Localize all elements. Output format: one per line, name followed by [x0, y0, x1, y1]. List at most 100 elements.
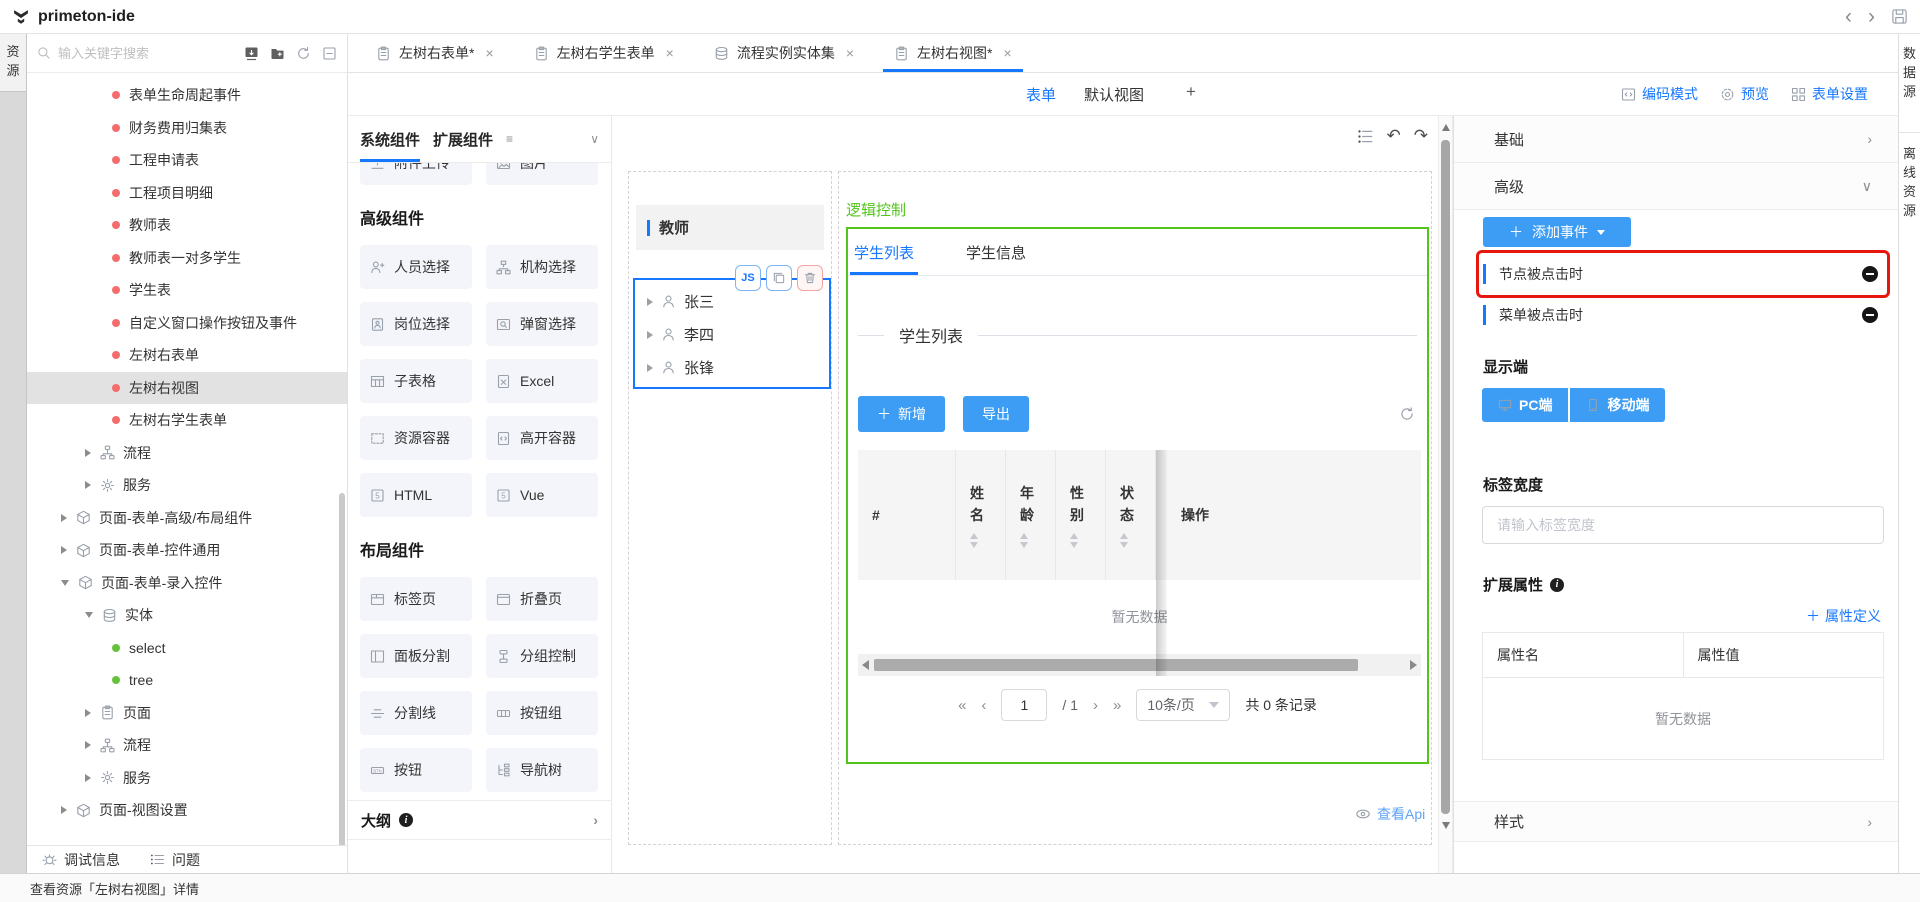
sort-icon[interactable] [970, 533, 991, 548]
close-icon[interactable]: × [1003, 45, 1011, 61]
scroll-up-icon[interactable] [1442, 124, 1450, 131]
remove-event-icon[interactable] [1862, 266, 1878, 282]
tree-widget[interactable]: 教师 张三 李四 张锋 JS [628, 171, 832, 845]
tree-item[interactable]: 表单生命周起事件 [27, 79, 347, 112]
palette-menu-icon[interactable]: ≡ [506, 132, 513, 146]
palette-item[interactable]: 资源容器 [360, 416, 472, 460]
preview-button[interactable]: 预览 [1720, 84, 1769, 104]
add-row-button[interactable]: ＋新增 [858, 396, 945, 432]
palette-item[interactable]: 导航树 [486, 748, 598, 792]
scrollbar-thumb[interactable] [874, 659, 1358, 671]
label-width-input[interactable] [1482, 506, 1884, 544]
event-node-clicked[interactable]: 节点被点击时 [1483, 259, 1882, 289]
nav-forward-icon[interactable]: › [1868, 7, 1875, 27]
last-page-icon[interactable]: » [1113, 697, 1121, 714]
tab-system-components[interactable]: 系统组件 [360, 116, 420, 162]
tree-item[interactable]: 工程申请表 [27, 144, 347, 177]
tree-item[interactable]: 页面-视图设置 [27, 794, 347, 827]
palette-item[interactable]: 折叠页 [486, 577, 598, 621]
caret-right-icon[interactable] [647, 331, 653, 339]
tree-item[interactable]: 页面-表单-控件通用 [27, 534, 347, 567]
outline-section[interactable]: 大纲 i › [348, 800, 611, 840]
caret-right-icon[interactable] [85, 481, 91, 489]
search-input[interactable] [58, 46, 188, 61]
caret-right-icon[interactable] [647, 298, 653, 306]
form-settings-button[interactable]: 表单设置 [1791, 84, 1868, 104]
tree-item[interactable]: 教师表 [27, 209, 347, 242]
remove-event-icon[interactable] [1862, 307, 1878, 323]
section-basic[interactable]: 基础› [1454, 116, 1898, 163]
tab-student-info[interactable]: 学生信息 [962, 229, 1030, 275]
palette-item[interactable]: 机构选择 [486, 245, 598, 289]
logic-control-box[interactable]: 学生列表 学生信息 学生列表 ＋新增 导出 # 姓名 年龄 性别 状态 操作 [846, 227, 1429, 764]
tree-item[interactable]: 工程项目明细 [27, 177, 347, 210]
tree-item[interactable]: 教师表一对多学生 [27, 242, 347, 275]
tree-item[interactable]: select [27, 632, 347, 665]
palette-item[interactable]: 子表格 [360, 359, 472, 403]
editor-tab[interactable]: 左树右学生表单× [520, 34, 688, 72]
tab-extended-components[interactable]: 扩展组件 [433, 116, 493, 162]
page-size-select[interactable]: 10条/页 [1136, 689, 1230, 721]
tree-item[interactable]: 页面-表单-高级/布局组件 [27, 502, 347, 535]
tree-node[interactable]: 李四 [635, 318, 829, 351]
column-header-name[interactable]: 姓名 [956, 450, 1006, 580]
mobile-side-button[interactable]: 移动端 [1570, 388, 1665, 422]
section-advanced[interactable]: 高级∨ [1454, 163, 1898, 210]
sort-icon[interactable] [1070, 533, 1091, 548]
scroll-left-icon[interactable] [862, 660, 869, 670]
tree-item[interactable]: 流程 [27, 729, 347, 762]
rail-tab-resources[interactable]: 资源 [0, 34, 26, 92]
palette-item[interactable]: 分组控制 [486, 634, 598, 678]
nav-back-icon[interactable]: ‹ [1845, 7, 1852, 27]
tree-item[interactable]: 学生表 [27, 274, 347, 307]
tree-item[interactable]: 页面 [27, 697, 347, 730]
code-mode-button[interactable]: 编码模式 [1621, 84, 1698, 104]
palette-item[interactable]: 岗位选择 [360, 302, 472, 346]
save-icon[interactable] [1891, 8, 1908, 25]
chevron-down-icon[interactable]: ∨ [590, 132, 599, 146]
sort-icon[interactable] [1120, 533, 1141, 548]
palette-item[interactable]: 标签页 [360, 577, 472, 621]
js-event-button[interactable]: JS [735, 265, 761, 291]
caret-right-icon[interactable] [85, 449, 91, 457]
palette-item[interactable]: 分割线 [360, 691, 472, 735]
caret-down-icon[interactable] [61, 580, 69, 586]
debug-info-button[interactable]: 调试信息 [42, 850, 120, 870]
copy-button[interactable] [766, 265, 792, 291]
scroll-right-icon[interactable] [1410, 660, 1417, 670]
palette-item[interactable]: 人员选择 [360, 245, 472, 289]
palette-item[interactable]: 5HTML [360, 473, 472, 517]
prev-page-icon[interactable]: ‹ [981, 697, 986, 714]
horizontal-scrollbar[interactable] [858, 654, 1421, 676]
sort-icon[interactable] [1020, 533, 1041, 548]
canvas-vertical-scrollbar[interactable] [1438, 116, 1453, 873]
tree-item[interactable]: 实体 [27, 599, 347, 632]
tab-form[interactable]: 表单 [1026, 84, 1056, 105]
palette-item[interactable]: 5Vue [486, 473, 598, 517]
tree-item[interactable]: 流程 [27, 437, 347, 470]
tree-item[interactable]: 服务 [27, 469, 347, 502]
collapse-all-icon[interactable] [322, 46, 337, 61]
pc-side-button[interactable]: PC端 [1482, 388, 1568, 422]
outline-tree-icon[interactable] [1357, 128, 1374, 145]
search-box[interactable] [37, 46, 236, 61]
close-icon[interactable]: × [666, 45, 674, 61]
caret-right-icon[interactable] [61, 514, 67, 522]
problems-button[interactable]: 问题 [150, 850, 200, 870]
palette-item[interactable]: 弹窗选择 [486, 302, 598, 346]
caret-right-icon[interactable] [85, 741, 91, 749]
sidebar-scrollbar[interactable] [339, 493, 345, 845]
palette-item[interactable]: BTN按钮 [360, 748, 472, 792]
palette-item[interactable]: 面板分割 [360, 634, 472, 678]
column-header-index[interactable]: # [858, 450, 956, 580]
column-header-status[interactable]: 状态 [1106, 450, 1156, 580]
caret-right-icon[interactable] [61, 546, 67, 554]
tab-student-list[interactable]: 学生列表 [850, 229, 918, 275]
editor-tab[interactable]: 流程实例实体集× [700, 34, 868, 72]
tree-item[interactable]: 左树右学生表单 [27, 404, 347, 437]
tree-node[interactable]: 张锋 [635, 351, 829, 384]
column-header-age[interactable]: 年龄 [1006, 450, 1056, 580]
palette-item[interactable]: 图片 [486, 163, 598, 185]
caret-down-icon[interactable] [85, 612, 93, 618]
add-event-button[interactable]: ＋添加事件 [1483, 217, 1631, 247]
